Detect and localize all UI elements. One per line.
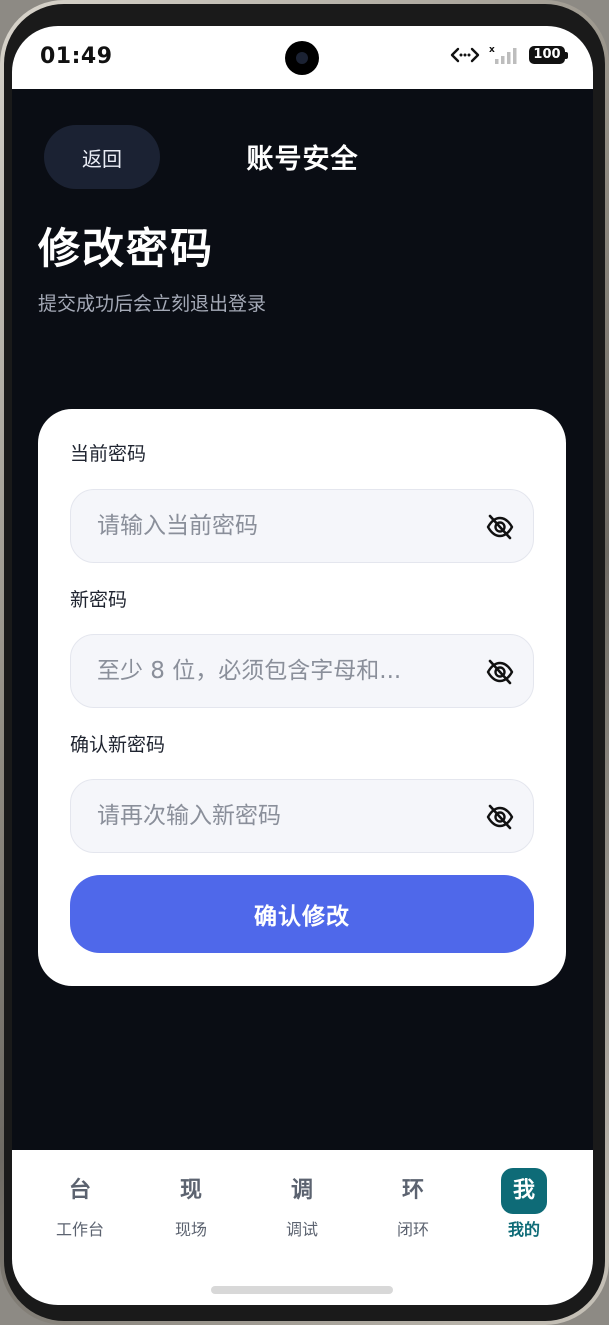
- workbench-icon: 台: [68, 1178, 91, 1203]
- svg-text:x: x: [489, 45, 495, 55]
- tab-closed-loop[interactable]: 环 闭环: [373, 1168, 453, 1240]
- confirm-password-label: 确认新密码: [70, 734, 166, 756]
- tab-label: 我的: [507, 1220, 540, 1239]
- tab-onsite[interactable]: 现 现场: [151, 1168, 231, 1240]
- data-transfer-icon: [450, 47, 480, 63]
- current-password-input[interactable]: [97, 490, 467, 562]
- new-password-field[interactable]: [70, 634, 534, 708]
- password-form-card: 当前密码 新密码 确认新密码 确认修改: [38, 409, 566, 986]
- bottom-tab-bar: 台 工作台 现 现场 调 调试 环 闭环 我 我的: [12, 1150, 593, 1305]
- signal-icon: x: [489, 45, 517, 64]
- current-password-field[interactable]: [70, 489, 534, 563]
- status-time: 01:49: [40, 44, 113, 69]
- nav-title: 账号安全: [246, 144, 359, 175]
- tab-workbench[interactable]: 台 工作台: [40, 1168, 120, 1240]
- current-password-label: 当前密码: [70, 443, 147, 465]
- eye-off-icon[interactable]: [485, 512, 515, 542]
- tab-label: 现场: [174, 1220, 207, 1239]
- page-subtitle: 提交成功后会立刻退出登录: [38, 293, 267, 315]
- tab-label: 调试: [285, 1220, 318, 1239]
- home-indicator[interactable]: [211, 1286, 393, 1294]
- tab-mine[interactable]: 我 我的: [484, 1168, 564, 1240]
- eye-off-icon[interactable]: [485, 657, 515, 687]
- page-title: 修改密码: [38, 224, 215, 273]
- tab-debug[interactable]: 调 调试: [262, 1168, 342, 1240]
- closed-loop-icon: 环: [401, 1178, 424, 1203]
- tab-label: 工作台: [55, 1220, 104, 1239]
- onsite-icon: 现: [179, 1178, 202, 1203]
- screen: 01:49 x 100 返回 账号安全 修改密码 提交成功后会立刻退出登录 当前…: [12, 26, 593, 1305]
- confirm-change-button[interactable]: 确认修改: [70, 875, 534, 953]
- debug-icon: 调: [290, 1178, 313, 1203]
- new-password-label: 新密码: [70, 589, 128, 611]
- tab-label: 闭环: [396, 1220, 429, 1239]
- new-password-input[interactable]: [97, 635, 467, 707]
- status-icons: x 100: [449, 44, 568, 66]
- mine-icon: 我: [501, 1168, 547, 1214]
- confirm-password-field[interactable]: [70, 779, 534, 853]
- front-camera: [285, 41, 319, 75]
- battery-icon: 100: [529, 46, 568, 64]
- confirm-password-input[interactable]: [97, 780, 467, 852]
- eye-off-icon[interactable]: [485, 802, 515, 832]
- status-bar: 01:49 x 100: [12, 26, 593, 89]
